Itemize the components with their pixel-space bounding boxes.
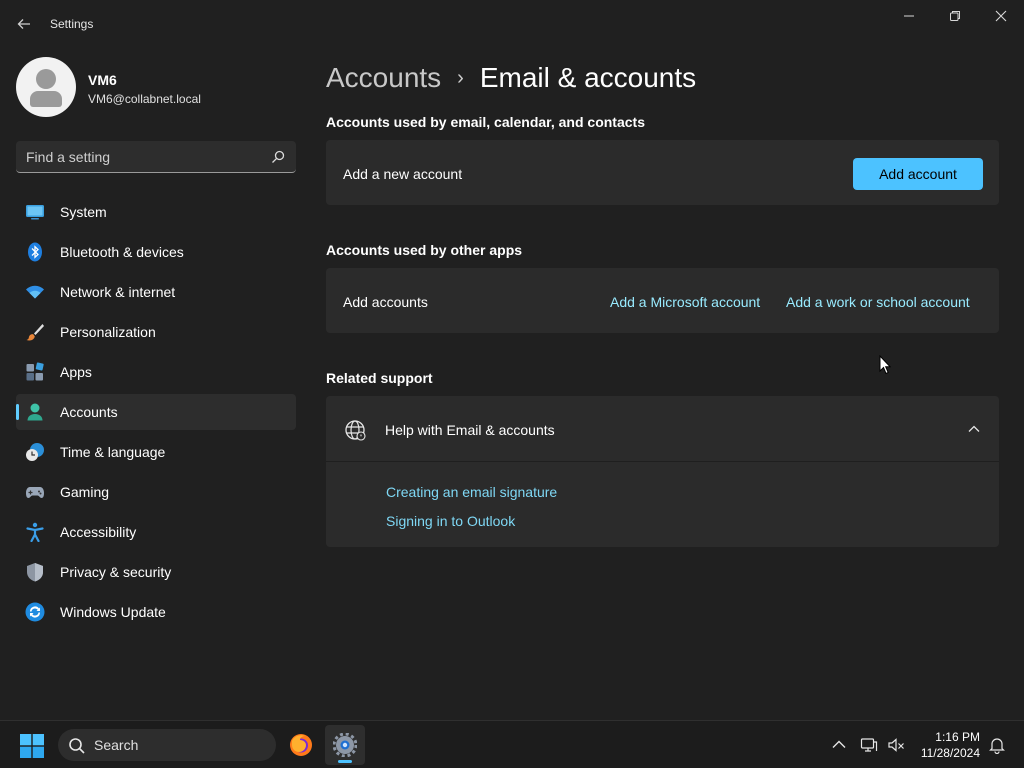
network-icon[interactable]	[860, 736, 878, 754]
notification-bell-icon[interactable]	[988, 736, 1006, 755]
taskbar-search[interactable]: Search	[58, 729, 276, 761]
person-icon	[25, 402, 45, 422]
user-name: VM6	[88, 72, 117, 88]
breadcrumb-parent[interactable]: Accounts	[326, 62, 441, 94]
chevron-up-icon	[967, 422, 981, 436]
other-apps-section-title: Accounts used by other apps	[326, 242, 523, 258]
globe-icon	[344, 419, 366, 441]
help-title: Help with Email & accounts	[385, 422, 555, 438]
brush-icon	[25, 322, 45, 342]
taskbar: Search 1:16 PM 11/28/2024	[0, 720, 1024, 768]
sidebar-item-personalization[interactable]: Personalization	[16, 314, 296, 350]
sidebar-item-label: Apps	[60, 364, 92, 380]
taskbar-search-label: Search	[94, 737, 139, 753]
monitor-icon	[25, 202, 45, 222]
sidebar-item-accounts[interactable]: Accounts	[16, 394, 296, 430]
clock-time: 1:16 PM	[935, 730, 980, 744]
sidebar-item-gaming[interactable]: Gaming	[16, 474, 296, 510]
sidebar-item-label: Accessibility	[60, 524, 137, 540]
restore-icon	[950, 11, 960, 21]
add-new-account-label: Add a new account	[343, 166, 463, 182]
related-support-title: Related support	[326, 370, 433, 386]
add-accounts-card: Add accounts Add a Microsoft account Add…	[326, 268, 999, 333]
minimize-icon	[904, 15, 914, 17]
add-accounts-label: Add accounts	[343, 294, 428, 310]
sidebar-item-time-language[interactable]: Time & language	[16, 434, 296, 470]
sidebar-item-label: Gaming	[60, 484, 110, 500]
bluetooth-icon	[25, 242, 45, 262]
add-work-school-account-link[interactable]: Add a work or school account	[786, 294, 970, 310]
user-profile[interactable]: VM6 VM6@collabnet.local	[16, 57, 296, 119]
sidebar-item-apps[interactable]: Apps	[16, 354, 296, 390]
mouse-cursor-icon	[879, 354, 892, 375]
sidebar-item-privacy-security[interactable]: Privacy & security	[16, 554, 296, 590]
breadcrumb-separator-icon: ›	[457, 66, 464, 89]
volume-muted-icon[interactable]	[887, 736, 905, 754]
find-setting-input[interactable]: Find a setting	[16, 141, 296, 173]
sidebar-item-label: Bluetooth & devices	[60, 244, 184, 260]
minimize-button[interactable]	[886, 0, 932, 32]
clock-date: 11/28/2024	[920, 746, 980, 760]
shield-icon	[25, 562, 45, 582]
clock[interactable]: 1:16 PM 11/28/2024	[921, 729, 980, 761]
help-link-signing-in-outlook[interactable]: Signing in to Outlook	[386, 513, 515, 529]
sidebar-item-label: Network & internet	[60, 284, 176, 300]
add-new-account-card: Add a new account Add account	[326, 140, 999, 205]
help-expander-header[interactable]: Help with Email & accounts	[326, 396, 999, 462]
restore-button[interactable]	[932, 0, 978, 32]
back-button[interactable]	[10, 10, 38, 38]
email-section-title: Accounts used by email, calendar, and co…	[326, 114, 645, 130]
search-icon	[270, 149, 286, 165]
help-link-email-signature[interactable]: Creating an email signature	[386, 484, 557, 500]
active-app-indicator	[338, 760, 352, 763]
windows-logo-icon	[20, 734, 44, 758]
breadcrumb: Accounts › Email & accounts	[326, 58, 696, 98]
sidebar-item-windows-update[interactable]: Windows Update	[16, 594, 296, 630]
sidebar-item-label: Windows Update	[60, 604, 166, 620]
sidebar-item-label: Accounts	[60, 404, 118, 420]
gamepad-icon	[25, 482, 45, 502]
chevron-up-icon[interactable]	[830, 736, 848, 754]
sidebar-nav: System Bluetooth & devices Network & int…	[16, 194, 296, 634]
sidebar-item-label: System	[60, 204, 107, 220]
wifi-icon	[25, 282, 45, 302]
firefox-icon	[290, 734, 312, 756]
search-placeholder: Find a setting	[26, 149, 111, 165]
app-title: Settings	[50, 17, 94, 31]
title-bar: Settings	[0, 0, 1024, 48]
sidebar-item-system[interactable]: System	[16, 194, 296, 230]
add-microsoft-account-link[interactable]: Add a Microsoft account	[610, 294, 760, 310]
page-title: Email & accounts	[479, 62, 697, 93]
close-button[interactable]	[978, 0, 1024, 32]
add-account-button[interactable]: Add account	[853, 158, 983, 190]
avatar	[16, 57, 76, 117]
help-card: Help with Email & accounts Creating an e…	[326, 396, 999, 547]
sidebar-item-label: Time & language	[60, 444, 166, 460]
user-email: VM6@collabnet.local	[88, 92, 201, 106]
back-arrow-icon	[17, 19, 30, 29]
apps-icon	[25, 362, 45, 382]
sidebar-item-bluetooth[interactable]: Bluetooth & devices	[16, 234, 296, 270]
firefox-taskbar-button[interactable]	[281, 725, 321, 765]
sidebar-item-network[interactable]: Network & internet	[16, 274, 296, 310]
update-icon	[25, 602, 45, 622]
gear-icon	[333, 733, 357, 757]
clock-globe-icon	[25, 442, 45, 462]
start-button[interactable]	[20, 734, 44, 758]
accessibility-icon	[25, 522, 45, 543]
settings-taskbar-button[interactable]	[325, 725, 365, 765]
sidebar-item-accessibility[interactable]: Accessibility	[16, 514, 296, 550]
sidebar-item-label: Personalization	[60, 324, 156, 340]
search-icon	[68, 737, 86, 758]
sidebar-item-label: Privacy & security	[60, 564, 172, 580]
close-icon	[995, 10, 1007, 22]
